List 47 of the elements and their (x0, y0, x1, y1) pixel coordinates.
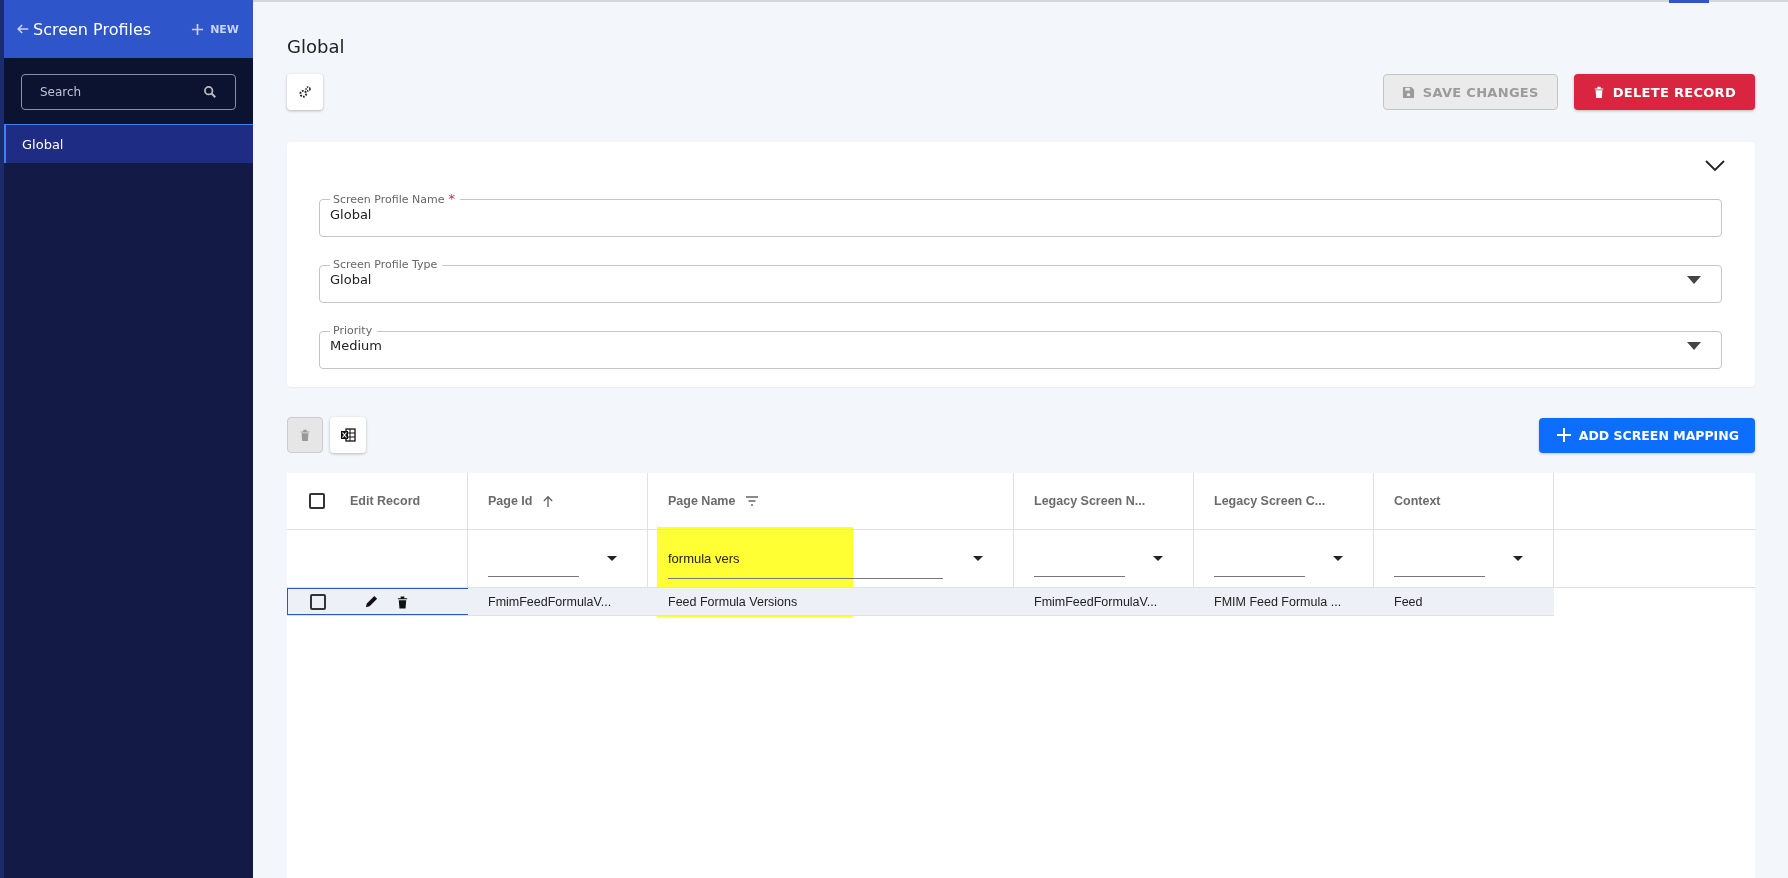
sidebar-title: Screen Profiles (33, 19, 153, 39)
caret-icon (1687, 341, 1701, 350)
row-checkbox[interactable] (310, 593, 326, 610)
select-field[interactable]: Priority Medium (319, 324, 1722, 369)
select-all-checkbox[interactable] (309, 493, 325, 509)
table-cell: Feed Formula Versions (668, 594, 798, 609)
back-arrow-icon[interactable] (16, 22, 30, 36)
table-cell: FmimFeedFormulaV... (1034, 594, 1158, 609)
field-label: Screen Profile Type (333, 258, 438, 271)
spreadsheet-icon (340, 427, 356, 443)
page-title: Global (287, 36, 346, 57)
sort-ascending-icon[interactable] (542, 494, 555, 508)
column-header[interactable]: Context (1374, 473, 1554, 529)
export-excel-button[interactable] (330, 417, 366, 453)
trash-icon (299, 428, 311, 442)
field-label: Priority (333, 324, 373, 337)
table-cell: FMIM Feed Formula ... (1214, 594, 1342, 609)
sidebar-item[interactable]: Global (4, 124, 253, 163)
plus-icon (1556, 428, 1571, 442)
search-icon (203, 85, 217, 99)
required-mark: * (448, 191, 455, 206)
caret-icon[interactable] (973, 556, 983, 561)
select-field[interactable]: Screen Profile Type Global (319, 258, 1722, 303)
column-header: Edit Record (350, 494, 421, 508)
caret-icon (1687, 275, 1701, 284)
search-input[interactable]: Search (38, 84, 203, 100)
settings-button[interactable] (287, 74, 323, 110)
caret-icon[interactable] (1153, 556, 1163, 561)
new-button[interactable]: NEW (191, 22, 239, 36)
field-label: Screen Profile Name (333, 193, 445, 206)
delete-button[interactable]: DELETE RECORD (1573, 74, 1755, 110)
search-field[interactable]: Search (21, 74, 236, 110)
caret-icon[interactable] (607, 556, 617, 561)
trash-icon[interactable] (396, 594, 409, 609)
caret-icon[interactable] (1513, 556, 1523, 561)
pencil-icon[interactable] (364, 594, 379, 609)
caret-icon[interactable] (1333, 556, 1343, 561)
column-header[interactable]: Legacy Screen N... (1014, 473, 1194, 529)
plus-icon (191, 22, 205, 36)
chevron-icon[interactable] (1705, 160, 1725, 172)
table-cell: Feed (1394, 594, 1423, 609)
column-header[interactable]: Page Id (468, 473, 648, 529)
add-screen-mapping-button[interactable]: ADD SCREEN MAPPING (1538, 417, 1755, 453)
table-cell: FmimFeedFormulaV... (488, 594, 612, 609)
text-field[interactable]: Screen Profile Name * Global (319, 192, 1722, 237)
column-header[interactable]: Legacy Screen C... (1194, 473, 1374, 529)
filter-icon[interactable] (745, 496, 760, 506)
